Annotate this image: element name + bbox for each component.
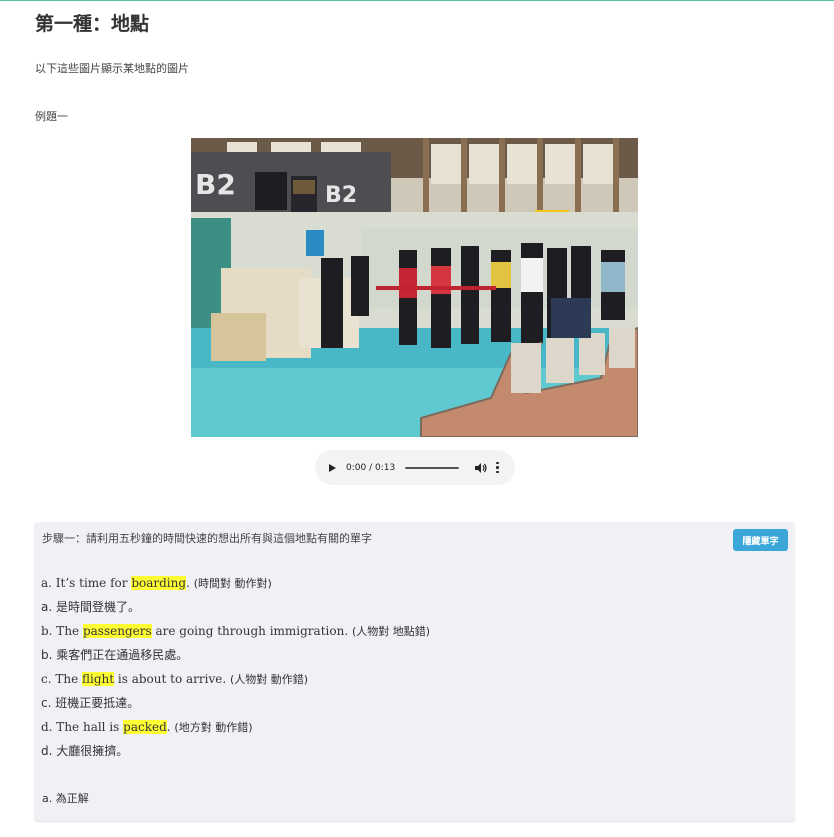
vocabulary-panel: 步驟一：請利用五秒鐘的時間快速的想出所有與這個地點有關的單字 隱藏單字 a. I… [34,522,795,821]
page-title: 第一種：地點 [35,13,150,35]
step-instruction: 步驟一：請利用五秒鐘的時間快速的想出所有與這個地點有關的單字 [42,532,372,545]
option-en: b. The passengers are going through immi… [41,624,431,638]
audio-player[interactable]: 0:00 / 0:13 [315,450,515,485]
more-vert-icon[interactable] [496,461,499,474]
option-zh: c. 班機正要抵達。 [41,696,140,710]
keyword-highlight: packed [123,720,167,734]
page-subtitle: 以下這些圖片顯示某地點的圖片 [35,62,189,75]
svg-text:B2: B2 [195,168,236,201]
option-list: a. It’s time for boarding. (時間對 動作對) a. … [41,575,430,767]
svg-text:B2: B2 [325,183,357,208]
keyword-highlight: flight [82,672,115,686]
keyword-highlight: boarding [131,576,187,590]
option-zh: a. 是時間登機了。 [41,600,140,614]
audio-time: 0:00 / 0:13 [346,462,396,473]
example-label: 例題一 [35,110,68,123]
hide-words-button[interactable]: 隱藏單字 [733,529,788,551]
audio-progress-track[interactable] [405,466,460,469]
option-en: d. The hall is packed. (地方對 動作錯) [41,720,253,734]
airport-gate-photo: B2 B2 [191,138,638,437]
volume-icon[interactable] [475,462,487,473]
option-en: a. It’s time for boarding. (時間對 動作對) [41,576,272,590]
answer-text: a. 為正解 [42,792,89,805]
option-en: c. The flight is about to arrive. (人物對 動… [41,672,309,686]
option-zh: b. 乘客們正在通過移民處。 [41,648,189,662]
option-zh: d. 大廳很擁擠。 [41,744,129,758]
play-icon[interactable] [329,463,336,472]
keyword-highlight: passengers [82,624,152,638]
